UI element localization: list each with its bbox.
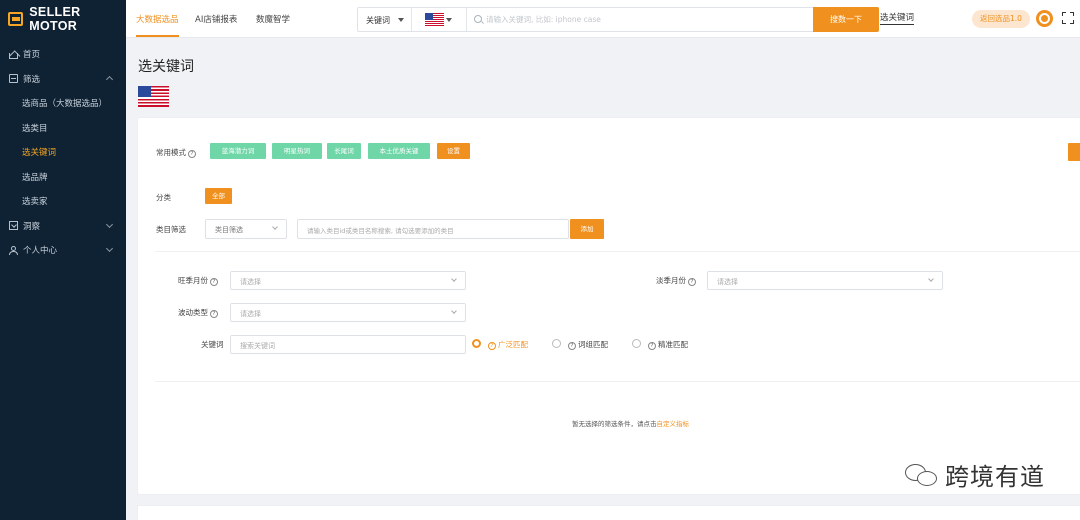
support-icon[interactable]: [1036, 10, 1053, 27]
sidebar-item-label: 选品牌: [22, 172, 48, 183]
sidebar-item-label: 首页: [23, 50, 41, 61]
fluctuation-label: 波动类型?: [178, 307, 218, 318]
off-month-select[interactable]: 请选择: [707, 271, 943, 290]
sidebar-item-products[interactable]: 选商品（大数据选品）: [0, 91, 126, 116]
search-type-select[interactable]: 关键词: [358, 8, 412, 31]
search-input[interactable]: [486, 11, 804, 28]
sidebar-item-brands[interactable]: 选品牌: [0, 165, 126, 190]
divider: [155, 251, 1080, 252]
caret-down-icon: [398, 18, 404, 22]
chevron-down-icon: [105, 244, 114, 253]
sidebar-item-label: 洞察: [23, 221, 41, 232]
category-filter-label: 类目筛选: [156, 225, 186, 234]
category-search-input[interactable]: 请输入类目id或类目名称搜索, 请勾选要添加的类目: [297, 219, 569, 239]
help-icon[interactable]: ?: [188, 150, 196, 158]
help-icon: ?: [568, 342, 576, 350]
back-to-v1-button[interactable]: 返回选品1.0: [972, 10, 1030, 28]
wechat-icon: [905, 462, 939, 488]
search-button[interactable]: 搜数一下: [813, 7, 879, 32]
sidebar-item-label: 选商品（大数据选品）: [22, 99, 108, 110]
chevron-down-icon: [272, 224, 278, 230]
category-all-button[interactable]: 全部: [205, 188, 232, 204]
exact-match-radio[interactable]: [632, 339, 641, 348]
us-flag-icon: [138, 86, 169, 107]
search-type-value: 关键词: [366, 16, 390, 25]
help-icon[interactable]: ?: [210, 278, 218, 286]
search-icon: [474, 15, 482, 23]
chevron-down-icon: [451, 276, 457, 282]
fullscreen-icon[interactable]: [1062, 12, 1074, 24]
sidebar-item-insight[interactable]: 洞察: [0, 214, 126, 239]
logo-icon: [8, 12, 24, 26]
fluctuation-select[interactable]: 请选择: [230, 303, 466, 322]
sidebar-item-label: 筛选: [23, 74, 41, 85]
phrase-match-label[interactable]: ? 词组匹配: [568, 339, 608, 350]
results-panel: [137, 505, 1080, 520]
side-action-button[interactable]: [1068, 143, 1080, 161]
mode-settings-button[interactable]: 设置: [437, 143, 470, 159]
watermark-text: 跨境有道: [945, 463, 1045, 491]
sidebar-nav: 首页 筛选 选商品（大数据选品） 选类目 选关键词 选品牌 选卖家 洞察 个人中…: [0, 38, 126, 263]
sidebar-item-categories[interactable]: 选类目: [0, 116, 126, 141]
peak-month-select[interactable]: 请选择: [230, 271, 466, 290]
sidebar-item-account[interactable]: 个人中心: [0, 238, 126, 263]
mode-local-button[interactable]: 本土优质关键: [368, 143, 430, 159]
mode-label: 常用模式?: [156, 147, 196, 158]
sidebar: SELLER MOTOR 首页 筛选 选商品（大数据选品） 选类目 选关键词 选…: [0, 0, 126, 520]
help-icon[interactable]: ?: [210, 310, 218, 318]
divider: [155, 381, 1080, 382]
watermark: 跨境有道: [905, 457, 1045, 492]
phrase-match-radio[interactable]: [552, 339, 561, 348]
add-category-button[interactable]: 添加: [570, 219, 604, 239]
sidebar-item-label: 个人中心: [23, 246, 58, 257]
mode-blue-ocean-button[interactable]: 蓝海潜力词: [210, 143, 266, 159]
tab-academy[interactable]: 数魔智学: [256, 13, 290, 25]
chevron-down-icon: [105, 220, 114, 228]
custom-metric-link[interactable]: 自定义指标: [657, 420, 690, 428]
home-icon: [9, 52, 18, 59]
sidebar-item-home[interactable]: 首页: [0, 42, 126, 67]
mode-long-tail-button[interactable]: 长尾词: [327, 143, 361, 159]
sidebar-item-keywords[interactable]: 选关键词: [0, 140, 126, 165]
us-flag-icon: [425, 13, 444, 26]
caret-down-icon: [446, 18, 452, 22]
sidebar-item-label: 选类目: [22, 123, 48, 134]
category-filter-select[interactable]: 类目筛选: [205, 219, 287, 239]
help-icon: ?: [648, 342, 656, 350]
category-label: 分类: [156, 193, 171, 202]
chevron-down-icon: [451, 308, 457, 314]
tab-ai-report[interactable]: AI店铺报表: [195, 13, 237, 25]
sidebar-item-label: 选关键词: [22, 148, 57, 159]
sidebar-item-filter[interactable]: 筛选: [0, 67, 126, 92]
keyword-input[interactable]: 搜索关键词: [230, 335, 466, 354]
peak-month-label: 旺季月份?: [178, 275, 218, 286]
mode-star-button[interactable]: 明星热词: [272, 143, 322, 159]
user-icon: [9, 245, 18, 255]
keyword-label: 关键词: [201, 340, 224, 349]
top-bar: 大数据选品 AI店铺报表 数魔智学 关键词 搜数一下 选关键词 返回选品1.0: [126, 0, 1080, 38]
help-icon[interactable]: ?: [688, 278, 696, 286]
insight-icon: [9, 221, 18, 231]
chevron-up-icon: [105, 75, 114, 83]
chevron-down-icon: [928, 276, 934, 282]
keyword-link[interactable]: 选关键词: [880, 13, 915, 25]
help-icon: ?: [488, 342, 496, 350]
tab-big-data[interactable]: 大数据选品: [136, 13, 179, 37]
sidebar-item-label: 选卖家: [22, 197, 48, 208]
empty-state-message: 暂无选择的筛选条件，请点击自定义指标: [572, 420, 690, 428]
broad-match-radio[interactable]: [472, 339, 481, 348]
filter-icon: [9, 74, 18, 84]
page-title: 选关键词: [138, 59, 194, 75]
brand-logo[interactable]: SELLER MOTOR: [0, 0, 126, 38]
sidebar-item-sellers[interactable]: 选卖家: [0, 189, 126, 214]
search-bar: 关键词 搜数一下: [357, 7, 879, 32]
exact-match-label[interactable]: ? 精准匹配: [648, 339, 688, 350]
brand-name: SELLER MOTOR: [29, 5, 81, 33]
off-month-label: 淡季月份?: [656, 275, 696, 286]
broad-match-label[interactable]: ? 广泛匹配: [488, 339, 528, 350]
marketplace-select[interactable]: [412, 8, 467, 31]
